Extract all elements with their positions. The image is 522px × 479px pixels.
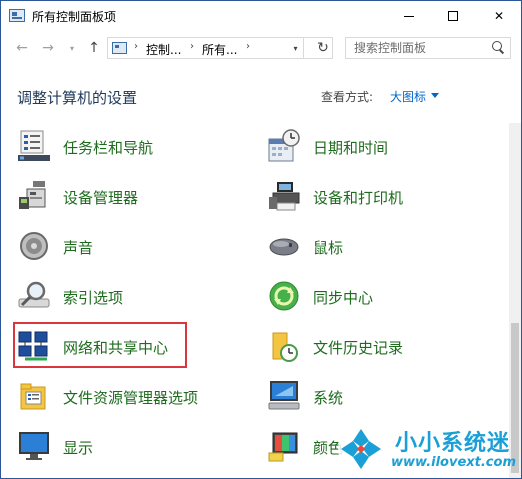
- taskbar-icon: [18, 130, 50, 161]
- item-label[interactable]: 任务栏和导航: [63, 137, 153, 158]
- view-by-dropdown[interactable]: 大图标: [390, 88, 426, 105]
- maximize-icon: [448, 11, 458, 21]
- item-label[interactable]: 同步中心: [313, 287, 373, 308]
- watermark: 小小系统迷 www.ilovext.com: [333, 421, 519, 477]
- item-label[interactable]: 系统: [313, 387, 343, 408]
- item-sound[interactable]: 声音: [17, 227, 257, 267]
- item-taskbar-navigation[interactable]: 任务栏和导航: [17, 127, 257, 167]
- minimize-icon: [404, 15, 414, 17]
- item-label[interactable]: 声音: [63, 237, 93, 258]
- device-manager-icon: [19, 181, 46, 209]
- navigation-bar: ← → ▾ ↑ › 控制... › 所有... › ▾ ↻: [1, 31, 521, 65]
- recent-locations-button[interactable]: ▾: [63, 38, 81, 58]
- search-input[interactable]: [354, 40, 484, 56]
- item-sync-center[interactable]: 同步中心: [267, 277, 507, 317]
- close-button[interactable]: ✕: [477, 1, 521, 31]
- item-label[interactable]: 文件历史记录: [313, 337, 403, 358]
- item-label[interactable]: 文件资源管理器选项: [63, 387, 198, 408]
- item-date-time[interactable]: 日期和时间: [267, 127, 507, 167]
- monitor-icon: [19, 432, 49, 460]
- system-icon: [268, 381, 300, 410]
- breadcrumb-control-panel[interactable]: 控制...: [146, 41, 181, 58]
- watermark-url: www.ilovext.com: [391, 455, 516, 470]
- item-mouse[interactable]: 鼠标: [267, 227, 507, 267]
- breadcrumb-separator-icon[interactable]: ›: [246, 41, 250, 52]
- item-file-explorer-options[interactable]: 文件资源管理器选项: [17, 377, 257, 417]
- item-indexing-options[interactable]: 索引选项: [17, 277, 257, 317]
- highlight-box: [13, 322, 187, 368]
- breadcrumb-separator-icon[interactable]: ›: [190, 41, 194, 52]
- watermark-logo-icon: [338, 426, 384, 472]
- file-history-icon: [272, 332, 298, 362]
- control-panel-icon: [112, 42, 127, 54]
- item-file-history[interactable]: 文件历史记录: [267, 327, 507, 367]
- minimize-button[interactable]: [387, 1, 431, 31]
- address-dropdown-button[interactable]: ▾: [288, 37, 304, 59]
- maximize-button[interactable]: [431, 1, 475, 31]
- page-title: 调整计算机的设置: [17, 89, 138, 107]
- control-panel-icon: [9, 9, 25, 22]
- mouse-icon: [269, 238, 299, 256]
- speaker-icon: [20, 232, 48, 260]
- breadcrumb-separator-icon[interactable]: ›: [134, 41, 138, 52]
- magnifier-icon: [18, 281, 50, 308]
- refresh-button[interactable]: ↻: [313, 38, 333, 58]
- color-management-icon: [268, 432, 298, 462]
- chevron-down-icon[interactable]: [431, 93, 439, 98]
- forward-button[interactable]: →: [39, 38, 57, 58]
- up-button[interactable]: ↑: [85, 38, 103, 58]
- search-icon[interactable]: [492, 41, 504, 53]
- item-label[interactable]: 鼠标: [313, 237, 343, 258]
- search-box[interactable]: [345, 37, 511, 59]
- item-device-manager[interactable]: 设备管理器: [17, 177, 257, 217]
- item-display[interactable]: 显示: [17, 427, 257, 467]
- control-panel-window: 所有控制面板项 ✕ ← → ▾ ↑ › 控制... › 所有... › ▾ ↻ …: [0, 0, 522, 479]
- breadcrumb-all-items[interactable]: 所有...: [202, 41, 237, 58]
- item-system[interactable]: 系统: [267, 377, 507, 417]
- item-label[interactable]: 设备和打印机: [313, 187, 403, 208]
- item-label[interactable]: 显示: [63, 437, 93, 458]
- item-label[interactable]: 设备管理器: [63, 187, 138, 208]
- title-bar: 所有控制面板项 ✕: [1, 1, 521, 31]
- item-label[interactable]: 日期和时间: [313, 137, 388, 158]
- printer-icon: [269, 182, 300, 211]
- back-button[interactable]: ←: [13, 38, 31, 58]
- window-title: 所有控制面板项: [32, 10, 117, 24]
- calendar-clock-icon: [268, 129, 300, 162]
- item-label[interactable]: 索引选项: [63, 287, 123, 308]
- folder-options-icon: [20, 383, 46, 410]
- sync-icon: [269, 281, 299, 311]
- view-by-label: 查看方式:: [321, 90, 374, 104]
- watermark-title: 小小系统迷: [395, 431, 511, 456]
- item-devices-printers[interactable]: 设备和打印机: [267, 177, 507, 217]
